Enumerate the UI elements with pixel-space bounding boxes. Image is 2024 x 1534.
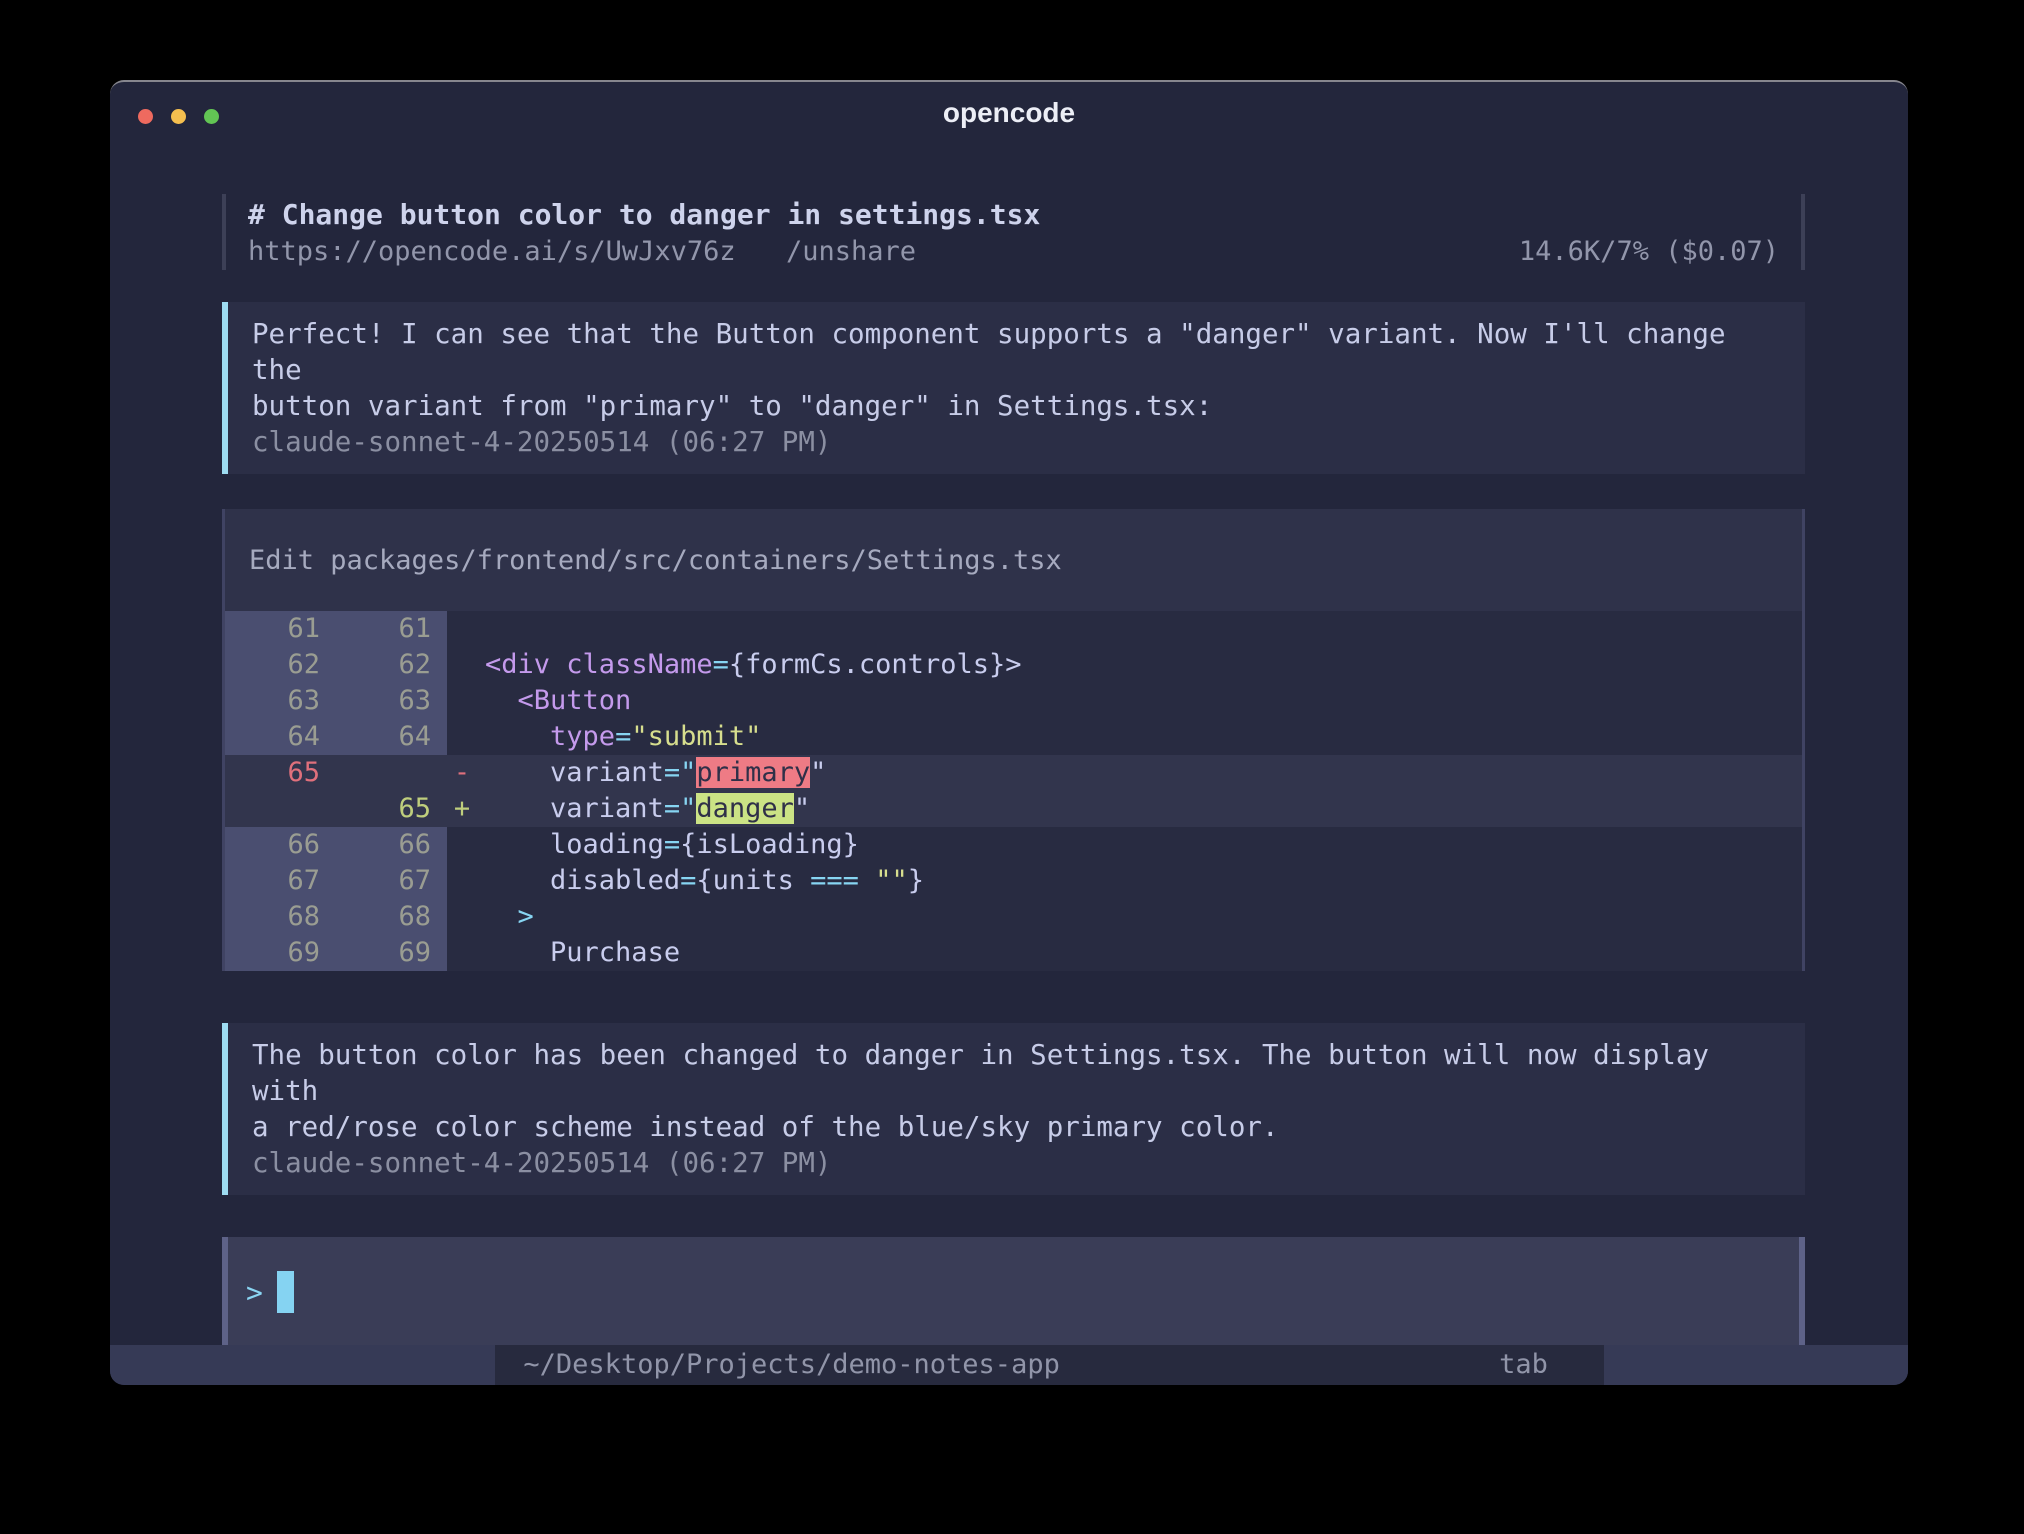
diff-new-line-number: 68 [336,899,447,935]
mode-indicator[interactable]: BUILD MODE [1604,1345,1908,1385]
zoom-window-button[interactable] [204,109,219,124]
diff-row: 6363 <Button [225,683,1802,719]
diff-old-line-number: 69 [225,935,336,971]
diff-change-marker: - [447,755,477,791]
diff-old-line-number: 63 [225,683,336,719]
tab-key-hint: tab [1499,1345,1548,1385]
prompt-input[interactable]: > [222,1237,1805,1347]
diff-old-line-number: 62 [225,647,336,683]
diff-code-line: loading={isLoading} [477,827,859,863]
window-title: opencode [110,82,1908,144]
unshare-command: /unshare [786,236,916,267]
diff-old-line-number: 66 [225,827,336,863]
session-content: # Change button color to danger in setti… [222,194,1805,1385]
diff-row: 6969 Purchase [225,935,1802,971]
diff-new-line-number [336,755,447,791]
edit-tool-header: Edit packages/frontend/src/containers/Se… [225,509,1802,611]
diff-old-line-number: 64 [225,719,336,755]
app-version-segment: opencodev0.3.11 [110,1345,495,1385]
diff-code-line: disabled={units === ""} [477,863,924,899]
assistant-message-text: The button color has been changed to dan… [252,1037,1781,1145]
diff-change-marker [447,647,477,683]
diff-body: 61616262 <div className={formCs.controls}… [225,611,1802,971]
diff-new-line-number: 64 [336,719,447,755]
session-subheader: https://opencode.ai/s/UwJxv76z /unshare … [248,233,1779,270]
diff-change-marker [447,863,477,899]
window-controls [138,109,219,124]
diff-old-line-number: 61 [225,611,336,647]
status-bar: opencodev0.3.11 ~/Desktop/Projects/demo-… [110,1345,1908,1385]
diff-code-line: type="submit" [477,719,761,755]
diff-change-marker [447,611,477,647]
assistant-message-meta: claude-sonnet-4-20250514 (06:27 PM) [252,1145,1781,1181]
status-bar-spacer [1060,1345,1499,1385]
assistant-message: The button color has been changed to dan… [222,1023,1805,1195]
diff-code-line: > [477,899,534,935]
diff-new-line-number: 65 [336,791,447,827]
diff-change-marker [447,899,477,935]
titlebar: opencode [110,82,1908,142]
diff-new-line-number: 63 [336,683,447,719]
diff-code-line: variant="danger" [477,791,810,827]
diff-change-marker [447,683,477,719]
diff-new-line-number: 66 [336,827,447,863]
session-header: # Change button color to danger in setti… [222,194,1805,270]
diff-row: 65+ variant="danger" [225,791,1802,827]
diff-row: 6161 [225,611,1802,647]
diff-change-marker [447,935,477,971]
diff-old-line-number [225,791,336,827]
assistant-message: Perfect! I can see that the Button compo… [222,302,1805,474]
share-url-link[interactable]: https://opencode.ai/s/UwJxv76z [248,236,736,267]
diff-row: 6868 > [225,899,1802,935]
diff-old-line-number: 68 [225,899,336,935]
diff-row: 6767 disabled={units === ""} [225,863,1802,899]
diff-change-marker [447,719,477,755]
working-directory: ~/Desktop/Projects/demo-notes-app [523,1345,1059,1385]
diff-row: 6666 loading={isLoading} [225,827,1802,863]
diff-old-line-number: 65 [225,755,336,791]
diff-code-line [477,611,485,647]
diff-new-line-number: 61 [336,611,447,647]
close-window-button[interactable] [138,109,153,124]
assistant-message-meta: claude-sonnet-4-20250514 (06:27 PM) [252,424,1781,460]
diff-new-line-number: 67 [336,863,447,899]
diff-code-line: Purchase [477,935,680,971]
session-title: # Change button color to danger in setti… [248,196,1779,233]
diff-row: 6262 <div className={formCs.controls}> [225,647,1802,683]
diff-change-marker [447,827,477,863]
diff-code-line: <div className={formCs.controls}> [477,647,1021,683]
minimize-window-button[interactable] [171,109,186,124]
diff-change-marker: + [447,791,477,827]
share-url-group: https://opencode.ai/s/UwJxv76z /unshare [248,233,916,270]
token-usage-stats: 14.6K/7% ($0.07) [1519,233,1779,270]
terminal-window: opencode # Change button color to danger… [110,80,1908,1385]
diff-row: 6464 type="submit" [225,719,1802,755]
diff-row: 65 - variant="primary" [225,755,1802,791]
diff-code-line: variant="primary" [477,755,826,791]
diff-new-line-number: 62 [336,647,447,683]
edit-tool-card: Edit packages/frontend/src/containers/Se… [222,509,1805,971]
diff-new-line-number: 69 [336,935,447,971]
text-cursor [277,1271,294,1313]
diff-code-line: <Button [477,683,631,719]
assistant-message-text: Perfect! I can see that the Button compo… [252,316,1781,424]
prompt-symbol: > [246,1276,263,1309]
diff-old-line-number: 67 [225,863,336,899]
